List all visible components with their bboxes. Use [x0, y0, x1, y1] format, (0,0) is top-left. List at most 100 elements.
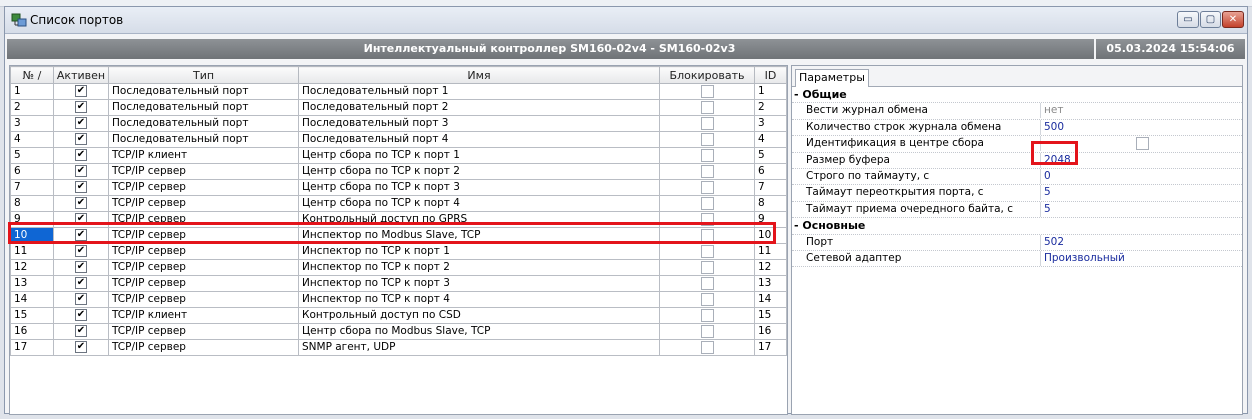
table-row[interactable]: 17 ✔ TCP/IP сервер SNMP агент, UDP 17 [10, 339, 787, 356]
property-grid[interactable]: - Общие Вести журнал обмена нет Количество … [792, 87, 1242, 268]
row-id: 4 [754, 131, 787, 148]
minimize-button[interactable]: ▭ [1177, 11, 1199, 28]
row-type: Последовательный порт [108, 99, 299, 116]
property-value[interactable]: 500 [1044, 120, 1064, 135]
column-header-name[interactable]: Имя [298, 66, 660, 84]
active-checkbox[interactable]: ✔ [75, 149, 87, 161]
active-checkbox[interactable]: ✔ [75, 101, 87, 113]
row-block-cell [659, 115, 755, 132]
row-id: 1 [754, 83, 787, 100]
active-checkbox[interactable]: ✔ [75, 229, 87, 241]
property-row[interactable]: Таймаут переоткрытия порта, с5 [792, 185, 1242, 202]
property-row[interactable]: Порт 502 [792, 234, 1242, 251]
property-name: Размер буфера [806, 152, 1041, 168]
block-checkbox[interactable] [700, 196, 714, 210]
property-value[interactable]: 502 [1044, 235, 1064, 250]
active-checkbox[interactable]: ✔ [75, 293, 87, 305]
tab-parameters[interactable]: Параметры [795, 69, 869, 87]
block-checkbox[interactable] [700, 228, 714, 242]
row-block-cell [659, 195, 755, 212]
column-header-num[interactable]: № / [10, 66, 54, 84]
block-checkbox[interactable] [700, 244, 714, 258]
row-number: 10 [10, 227, 54, 244]
close-button[interactable]: ✕ [1222, 11, 1244, 28]
property-value[interactable]: 2048 [1044, 153, 1071, 168]
active-checkbox[interactable]: ✔ [75, 181, 87, 193]
row-number: 7 [10, 179, 54, 196]
block-checkbox[interactable] [700, 116, 714, 130]
block-checkbox[interactable] [700, 324, 714, 338]
table-row[interactable]: 2 ✔ Последовательный порт Последовательный … [10, 99, 787, 116]
column-header-type[interactable]: Тип [108, 66, 299, 84]
active-checkbox[interactable]: ✔ [75, 277, 87, 289]
block-checkbox[interactable] [700, 148, 714, 162]
table-row[interactable]: 4 ✔ Последовательный порт Последовательный … [10, 131, 787, 148]
active-checkbox[interactable]: ✔ [75, 165, 87, 177]
column-header-block[interactable]: Блокировать [659, 66, 755, 84]
property-row[interactable]: Строго по таймауту, с0 [792, 168, 1242, 186]
property-checkbox[interactable] [1136, 137, 1149, 151]
table-row[interactable]: 7 ✔ TCP/IP сервер Центр сбора по TCP к порт… [10, 179, 787, 196]
column-header-id[interactable]: ID [754, 66, 787, 84]
table-row[interactable]: 13 ✔ TCP/IP сервер Инспектор по TCP к порт … [10, 275, 787, 292]
property-value[interactable]: 5 [1044, 202, 1051, 217]
block-checkbox[interactable] [700, 276, 714, 290]
column-header-active[interactable]: Активен [53, 66, 109, 84]
ports-table[interactable]: № / Активен Тип Имя Блокировать ID 1 ✔ Пос… [9, 65, 788, 415]
property-value[interactable]: 0 [1044, 169, 1051, 184]
property-value[interactable]: 5 [1044, 185, 1051, 200]
maximize-button[interactable]: ▢ [1200, 11, 1221, 28]
property-row[interactable]: Вести журнал обмена нет [792, 103, 1242, 120]
title-bar[interactable]: Список портов ▭ ▢ ✕ [5, 7, 1247, 34]
block-checkbox[interactable] [700, 340, 714, 354]
property-row[interactable]: Сетевой адаптер Произвольный [792, 250, 1242, 268]
table-row[interactable]: 10 ✔ TCP/IP сервер Инспектор по Modbus Slav… [10, 227, 787, 244]
table-row[interactable]: 16 ✔ TCP/IP сервер Центр сбора по Modbus Sl… [10, 323, 787, 340]
block-checkbox[interactable] [700, 180, 714, 194]
property-category[interactable]: - Основные [792, 218, 1242, 235]
block-checkbox[interactable] [700, 292, 714, 306]
active-checkbox[interactable]: ✔ [75, 85, 87, 97]
row-name: Последовательный порт 1 [298, 83, 660, 100]
active-checkbox[interactable]: ✔ [75, 325, 87, 337]
table-row[interactable]: 9 ✔ TCP/IP сервер Контрольный доступ по GPR… [10, 211, 787, 228]
row-block-cell [659, 291, 755, 308]
active-checkbox[interactable]: ✔ [75, 133, 87, 145]
block-checkbox[interactable] [700, 132, 714, 146]
active-checkbox[interactable]: ✔ [75, 213, 87, 225]
property-value[interactable]: Произвольный [1044, 251, 1125, 266]
table-row[interactable]: 3 ✔ Последовательный порт Последовательный … [10, 115, 787, 132]
active-checkbox[interactable]: ✔ [75, 245, 87, 257]
block-checkbox[interactable] [700, 164, 714, 178]
table-row[interactable]: 15 ✔ TCP/IP клиент Контрольный доступ по CS… [10, 307, 787, 324]
active-checkbox[interactable]: ✔ [75, 341, 87, 353]
table-row[interactable]: 6 ✔ TCP/IP сервер Центр сбора по TCP к порт… [10, 163, 787, 180]
property-row[interactable]: Размер буфера 2048 [792, 152, 1242, 169]
property-row[interactable]: Количество строк журнала обмена 500 [792, 119, 1242, 137]
property-category[interactable]: - Общие [792, 87, 1242, 104]
property-row[interactable]: Идентификация в центре сбора [792, 136, 1242, 153]
active-checkbox[interactable]: ✔ [75, 309, 87, 321]
row-active-cell: ✔ [53, 227, 109, 244]
table-row[interactable]: 12 ✔ TCP/IP сервер Инспектор по TCP к порт … [10, 259, 787, 276]
table-row[interactable]: 8 ✔ TCP/IP сервер Центр сбора по TCP к порт… [10, 195, 787, 212]
block-checkbox[interactable] [700, 212, 714, 226]
table-row[interactable]: 1 ✔ Последовательный порт Последовательный … [10, 83, 787, 100]
block-checkbox[interactable] [700, 84, 714, 98]
table-row[interactable]: 14 ✔ TCP/IP сервер Инспектор по TCP к порт … [10, 291, 787, 308]
table-row[interactable]: 5 ✔ TCP/IP клиент Центр сбора по TCP к порт… [10, 147, 787, 164]
row-active-cell: ✔ [53, 115, 109, 132]
property-row[interactable]: Таймаут приема очередного байта, с5 [792, 201, 1242, 219]
property-value[interactable]: нет [1044, 103, 1063, 118]
row-type: TCP/IP клиент [108, 307, 299, 324]
row-name: Центр сбора по TCP к порт 3 [298, 179, 660, 196]
row-id: 17 [754, 339, 787, 356]
active-checkbox[interactable]: ✔ [75, 117, 87, 129]
active-checkbox[interactable]: ✔ [75, 197, 87, 209]
active-checkbox[interactable]: ✔ [75, 261, 87, 273]
block-checkbox[interactable] [700, 260, 714, 274]
table-row[interactable]: 11 ✔ TCP/IP сервер Инспектор по TCP к порт … [10, 243, 787, 260]
block-checkbox[interactable] [700, 308, 714, 322]
row-type: TCP/IP сервер [108, 179, 299, 196]
block-checkbox[interactable] [700, 100, 714, 114]
